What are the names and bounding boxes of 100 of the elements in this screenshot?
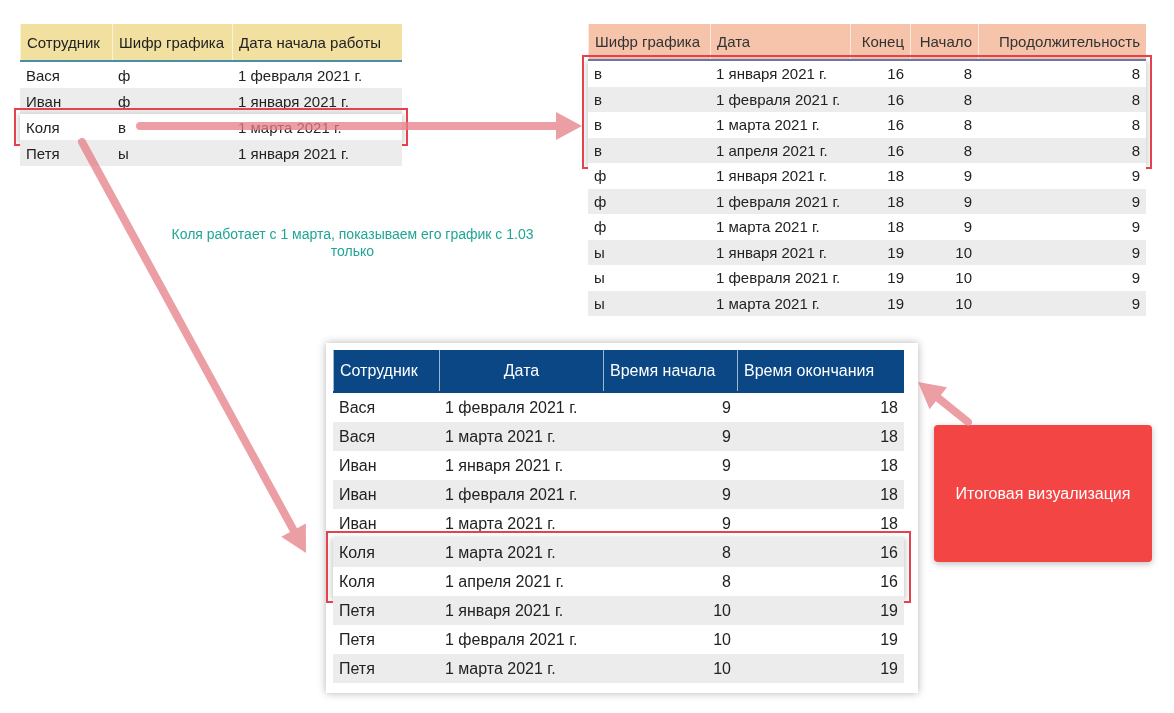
- table-cell-text: 8: [1130, 140, 1141, 161]
- table-cell-text: 1 января 2021 г.: [715, 64, 828, 85]
- table-cell-text: 1 февраля 2021 г.: [715, 191, 842, 212]
- table-cell-text: 8: [1130, 89, 1141, 110]
- table-cell-text: Вася: [338, 397, 377, 418]
- column-header: Дата начала работы: [232, 24, 402, 60]
- table-cell-text: 1 марта 2021 г.: [715, 293, 821, 314]
- table-cell-text: Иван: [25, 91, 63, 112]
- table-cell-text: Вася: [25, 65, 61, 86]
- column-header: Время окончания: [737, 350, 904, 391]
- table-cell-text: ы: [593, 293, 606, 314]
- table-cell-text: 8: [721, 542, 732, 563]
- table-cell-text: Петя: [338, 600, 376, 621]
- table-cell-text: Петя: [338, 658, 376, 679]
- table-cell-text: 1 января 2021 г.: [237, 91, 350, 112]
- table-cell-text: 18: [886, 191, 905, 212]
- column-header: Сотрудник: [20, 24, 112, 60]
- table-cell-text: 16: [886, 89, 905, 110]
- table-cell-text: 9: [1130, 293, 1141, 314]
- table-cell-text: 1 апреля 2021 г.: [444, 571, 565, 592]
- column-header: Сотрудник: [333, 350, 439, 391]
- table-cell-text: Иван: [338, 513, 378, 534]
- table-cell-text: 19: [879, 629, 899, 650]
- table-cell-text: 1 января 2021 г.: [444, 455, 565, 476]
- table-cell-text: 9: [721, 397, 732, 418]
- table-cell-text: 18: [879, 484, 899, 505]
- table-cell-text: 10: [954, 242, 973, 263]
- table-cell-text: 10: [712, 600, 732, 621]
- table-cell-text: 1 февраля 2021 г.: [444, 397, 579, 418]
- table-cell-text: 9: [721, 455, 732, 476]
- column-header: Конец: [850, 24, 910, 59]
- table-cell-text: 9: [1130, 242, 1141, 263]
- table-cell-text: 16: [886, 64, 905, 85]
- note-text: Коля работает с 1 марта, показываем его график с 1.03 только: [170, 226, 535, 260]
- table-cell-text: Иван: [338, 484, 378, 505]
- column-header: Продолжительность: [978, 24, 1146, 59]
- table-cell-text: в: [593, 115, 603, 136]
- table-cell-text: 8: [962, 89, 973, 110]
- table-cell-text: 19: [886, 242, 905, 263]
- table-cell-text: 9: [721, 513, 732, 534]
- table-cell-text: 10: [712, 629, 732, 650]
- table-cell-text: ф: [117, 65, 132, 86]
- table-cell-text: 18: [886, 217, 905, 238]
- table-cell-text: ф: [117, 91, 132, 112]
- table-cell-text: 18: [886, 166, 905, 187]
- table-cell-text: 8: [1130, 64, 1141, 85]
- column-header: Дата: [439, 350, 603, 391]
- table-cell-text: 1 марта 2021 г.: [444, 513, 557, 534]
- table-cell-text: 8: [1130, 115, 1141, 136]
- table-cell-text: в: [593, 140, 603, 161]
- table-cell-text: 18: [879, 513, 899, 534]
- table-cell-text: 9: [962, 191, 973, 212]
- table-cell-text: 16: [879, 542, 899, 563]
- table-cell-text: 1 февраля 2021 г.: [715, 89, 842, 110]
- table-cell-text: 9: [1130, 166, 1141, 187]
- table-cell-text: 1 марта 2021 г.: [715, 217, 821, 238]
- table-cell-text: Коля: [25, 117, 61, 138]
- table-cell-text: в: [593, 89, 603, 110]
- table-cell-text: 1 марта 2021 г.: [715, 115, 821, 136]
- table-cell-text: Петя: [25, 143, 61, 164]
- table-cell-text: 19: [886, 293, 905, 314]
- table-cell-text: 1 марта 2021 г.: [444, 542, 557, 563]
- table-cell-text: 1 февраля 2021 г.: [444, 484, 579, 505]
- table-cell-text: 9: [962, 217, 973, 238]
- arrow: [918, 382, 972, 426]
- table-cell-text: 1 марта 2021 г.: [444, 658, 557, 679]
- table-cell-text: Иван: [338, 455, 378, 476]
- table-cell-text: ф: [593, 217, 608, 238]
- table-cell-text: 16: [886, 140, 905, 161]
- table-cell-text: 8: [962, 115, 973, 136]
- table-cell-text: 9: [1130, 217, 1141, 238]
- callout-box: Итоговая визуализация: [934, 425, 1152, 562]
- table-cell-text: Коля: [338, 542, 376, 563]
- table-cell-text: 18: [879, 426, 899, 447]
- table-cell-text: Петя: [338, 629, 376, 650]
- table-cell-text: 8: [721, 571, 732, 592]
- table-cell-text: 8: [962, 64, 973, 85]
- column-header: Время начала: [603, 350, 737, 391]
- table-cell-text: 18: [879, 397, 899, 418]
- table-cell-text: 8: [962, 140, 973, 161]
- table-cell-text: 1 марта 2021 г.: [444, 426, 557, 447]
- table-cell-text: 19: [879, 600, 899, 621]
- table-cell-text: Вася: [338, 426, 377, 447]
- table-cell-text: 9: [721, 426, 732, 447]
- table-cell-text: 1 января 2021 г.: [237, 143, 350, 164]
- column-header: Шифр графика: [588, 24, 710, 59]
- table-cell-text: 1 апреля 2021 г.: [715, 140, 829, 161]
- column-header: Дата: [710, 24, 850, 59]
- table-cell-text: 19: [886, 268, 905, 289]
- table-cell-text: ы: [593, 268, 606, 289]
- table-cell-text: 18: [879, 455, 899, 476]
- table-cell-text: 10: [954, 268, 973, 289]
- table-cell-text: ф: [593, 191, 608, 212]
- table-cell-text: 9: [1130, 191, 1141, 212]
- table-cell-text: в: [117, 117, 127, 138]
- table-cell-text: 1 февраля 2021 г.: [715, 268, 842, 289]
- table-cell-text: 1 февраля 2021 г.: [237, 65, 364, 86]
- table-cell-text: ы: [117, 143, 130, 164]
- table-cell-text: в: [593, 64, 603, 85]
- table-cell-text: 19: [879, 658, 899, 679]
